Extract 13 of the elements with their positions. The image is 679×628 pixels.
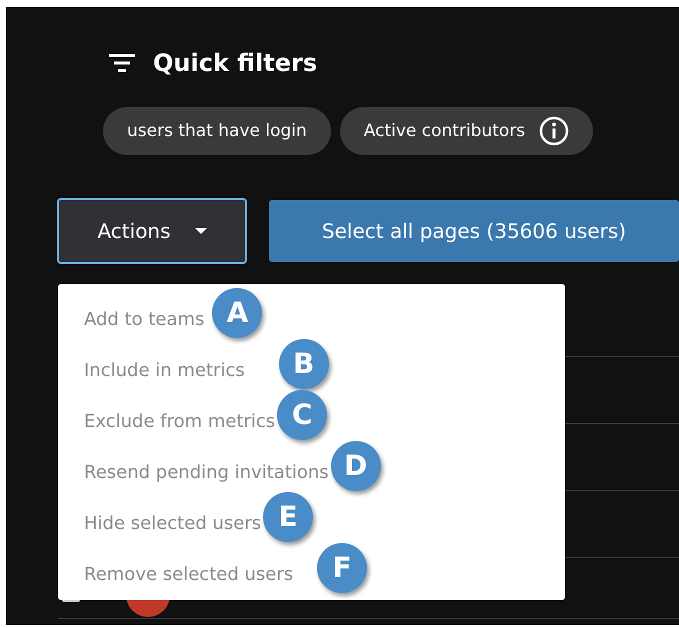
callout-badge: F (317, 542, 368, 592)
filter-icon (109, 53, 135, 73)
callout-badge: B (278, 338, 329, 388)
filter-chip[interactable]: Active contributors (340, 107, 594, 155)
caret-icon (194, 228, 207, 234)
section-title: Quick filters (153, 49, 318, 77)
actions-dropdown[interactable]: Actions (57, 198, 247, 264)
filter-chip[interactable]: users that have login (103, 107, 331, 155)
select-all-button[interactable]: Select all pages (35606 users) (269, 200, 679, 262)
callout-badge: A (212, 288, 262, 338)
callout-badge: E (263, 492, 314, 542)
callout-badge: D (330, 440, 381, 490)
callout-badge: C (277, 390, 328, 440)
